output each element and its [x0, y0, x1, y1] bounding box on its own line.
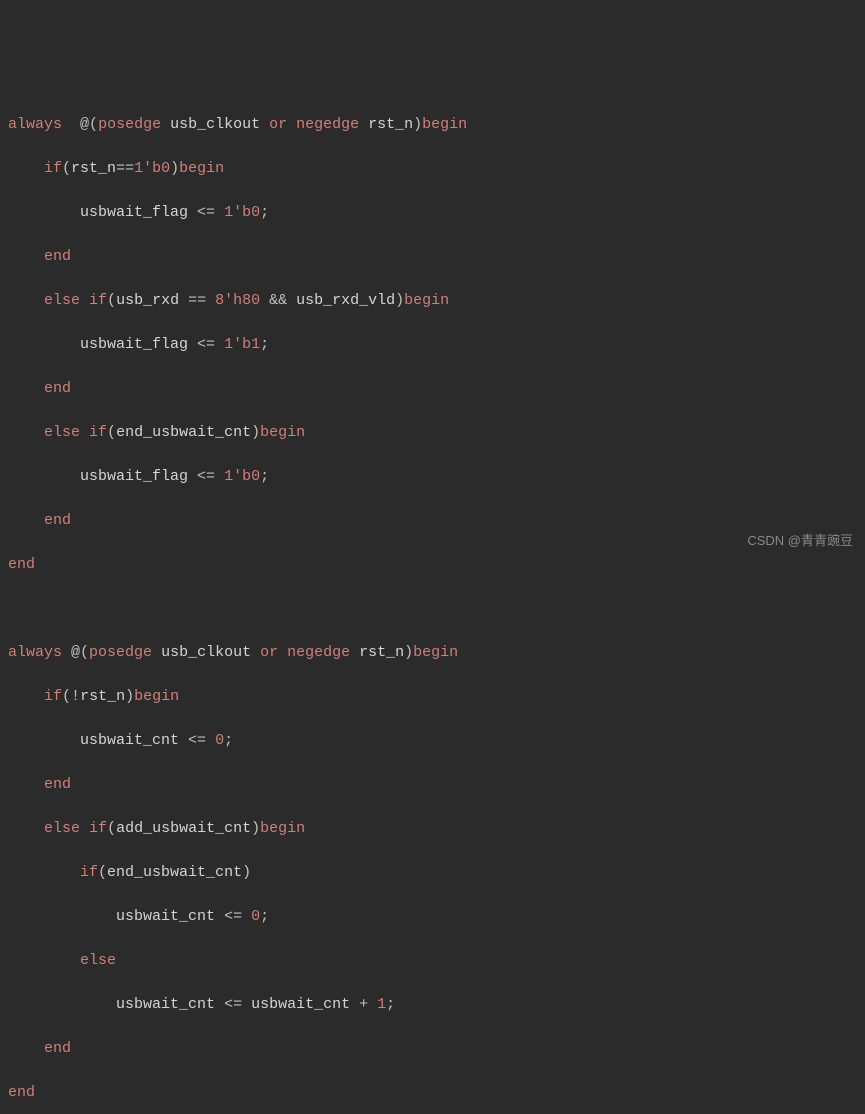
code-line: usbwait_flag <= 1'b0; — [8, 202, 857, 224]
code-line: else if(usb_rxd == 8'h80 && usb_rxd_vld)… — [8, 290, 857, 312]
code-line: else if(add_usbwait_cnt)begin — [8, 818, 857, 840]
code-line: end — [8, 1082, 857, 1104]
code-editor[interactable]: always @(posedge usb_clkout or negedge r… — [8, 92, 857, 1114]
code-line: end — [8, 1038, 857, 1060]
code-line: usbwait_cnt <= usbwait_cnt + 1; — [8, 994, 857, 1016]
code-line: end — [8, 246, 857, 268]
code-line: else if(end_usbwait_cnt)begin — [8, 422, 857, 444]
code-line: always @(posedge usb_clkout or negedge r… — [8, 114, 857, 136]
code-line — [8, 598, 857, 620]
code-line: if(rst_n==1'b0)begin — [8, 158, 857, 180]
watermark-text: CSDN @青青豌豆 — [747, 530, 853, 552]
code-line: end — [8, 510, 857, 532]
code-line: usbwait_flag <= 1'b0; — [8, 466, 857, 488]
code-line: if(end_usbwait_cnt) — [8, 862, 857, 884]
code-line: end — [8, 554, 857, 576]
code-line: end — [8, 378, 857, 400]
code-line: end — [8, 774, 857, 796]
code-line: else — [8, 950, 857, 972]
code-line: usbwait_cnt <= 0; — [8, 730, 857, 752]
code-line: if(!rst_n)begin — [8, 686, 857, 708]
code-line: usbwait_cnt <= 0; — [8, 906, 857, 928]
code-line: usbwait_flag <= 1'b1; — [8, 334, 857, 356]
code-line: always @(posedge usb_clkout or negedge r… — [8, 642, 857, 664]
